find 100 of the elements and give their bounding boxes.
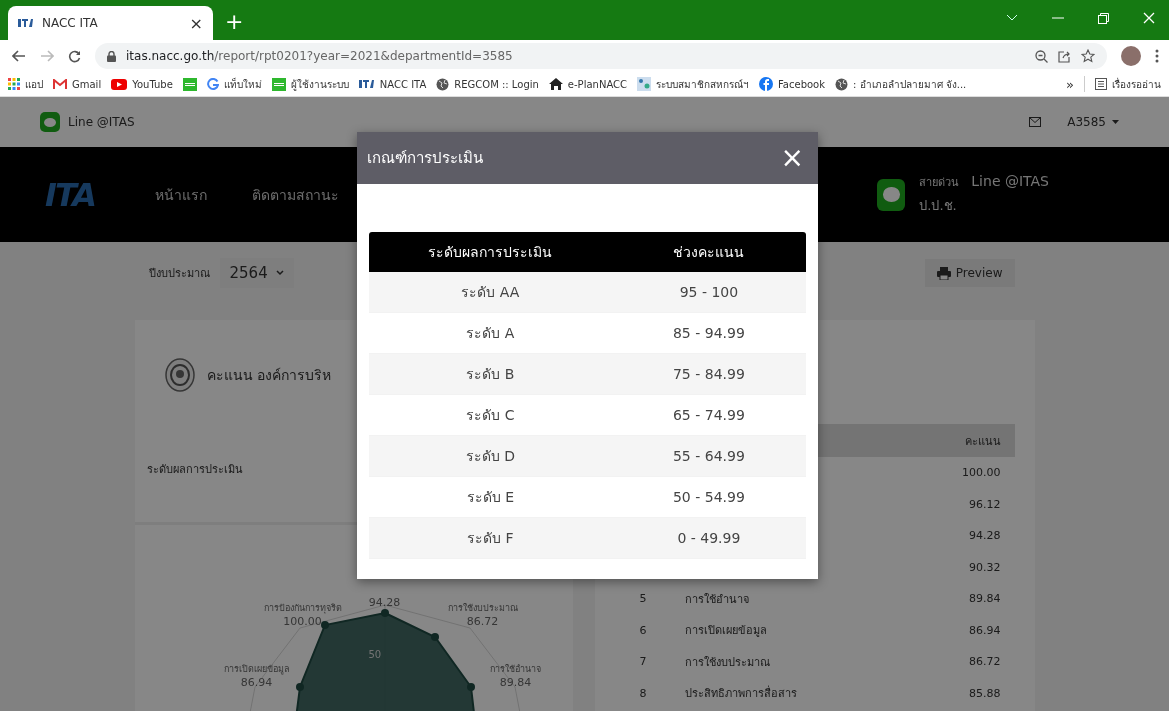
printer-icon xyxy=(936,266,951,280)
level-label: ระดับผลการประเมิน xyxy=(146,463,243,476)
table-cell: 6 xyxy=(639,623,647,637)
preview-button[interactable]: Preview xyxy=(924,259,1015,287)
card-title: คะแนน องค์การบริห xyxy=(206,366,331,385)
radar-value: 94.28 xyxy=(368,596,401,609)
table-cell-text: 65 - 74.99 xyxy=(671,407,746,423)
new-tab-button[interactable]: + xyxy=(225,9,244,34)
table-cell-text: 85 - 94.99 xyxy=(671,325,746,341)
table-cell-text: ระดับ C xyxy=(465,406,516,425)
table-cell-text: 95 - 100 xyxy=(678,284,740,300)
data-point xyxy=(466,683,475,691)
profile-avatar-icon[interactable] xyxy=(1121,46,1141,66)
hotline-label: สายด่วน xyxy=(919,175,960,191)
table-cell: การเปิดเผยข้อมูล xyxy=(684,624,767,638)
list-icon xyxy=(1095,78,1107,90)
bookmark[interactable]: แอป xyxy=(8,76,43,92)
radar-axis-label: การใช้งบประมาณ xyxy=(447,602,518,615)
reading-list-button[interactable]: เรื่องรออ่าน xyxy=(1095,76,1161,92)
people-icon xyxy=(637,77,651,91)
reload-icon[interactable] xyxy=(68,49,81,63)
mail-icon[interactable] xyxy=(1029,117,1042,127)
table-cell-text: 0 - 49.99 xyxy=(676,530,742,546)
line-app-icon xyxy=(877,178,906,211)
table-cell-text: 86.94 xyxy=(968,623,1002,637)
column-header: คะแนน xyxy=(964,433,1001,450)
more-bookmarks-button[interactable]: » xyxy=(1066,76,1074,92)
bookmark[interactable]: YouTube xyxy=(111,78,173,90)
table-cell-text: ระดับ E xyxy=(465,488,516,507)
ita-logo-icon xyxy=(18,19,34,27)
url-text: itas.nacc.go.th/report/rpt0201?year=2021&departmentId=3585 xyxy=(126,49,513,63)
column-header: ระดับผลการประเมิน xyxy=(427,243,554,262)
share-icon[interactable] xyxy=(1058,49,1071,63)
radar-tick-label: 50 xyxy=(368,649,382,660)
more-menu-icon[interactable] xyxy=(1155,49,1159,63)
data-point xyxy=(320,621,329,629)
radar-value: 86.72 xyxy=(466,615,499,628)
back-arrow-icon[interactable] xyxy=(12,50,26,62)
nav-link[interactable]: ติดตามสถานะ xyxy=(252,183,339,206)
apps-grid-icon xyxy=(8,78,20,90)
table-cell-text: 94.28 xyxy=(968,529,1002,543)
table-cell-text: ระดับ A xyxy=(465,324,516,343)
browser-tab[interactable]: NACC ITA × xyxy=(8,6,213,40)
table-cell-text: ระดับ D xyxy=(464,447,516,466)
table-cell-text: 85.88 xyxy=(968,686,1002,700)
table-cell-text: 96.12 xyxy=(968,497,1002,511)
hotline-org: ป.ป.ช. xyxy=(919,197,958,215)
table-cell-text: 89.84 xyxy=(968,592,1002,606)
mail-m-icon xyxy=(53,78,67,90)
zoom-out-icon[interactable] xyxy=(1035,49,1048,63)
lock-icon xyxy=(107,50,116,62)
bookmark[interactable]: Facebook xyxy=(759,77,825,91)
chevron-down-icon xyxy=(275,270,284,276)
close-tab-button[interactable]: × xyxy=(189,13,203,33)
radar-value: 100.00 xyxy=(283,615,322,628)
radar-value: 86.94 xyxy=(240,676,273,689)
chevron-down-icon[interactable] xyxy=(1006,14,1018,22)
user-menu[interactable]: A3585 xyxy=(1067,115,1106,129)
table-cell: 5 xyxy=(639,592,647,606)
restore-icon[interactable] xyxy=(1098,12,1109,24)
facebook-icon xyxy=(759,77,773,91)
table-cell-text: ระดับ B xyxy=(465,365,516,384)
bookmark[interactable]: e-PlanNACC xyxy=(548,78,627,90)
globe-icon xyxy=(835,77,848,91)
bookmark[interactable]: NACC ITA xyxy=(358,78,427,90)
line-link[interactable]: Line @ITAS xyxy=(68,115,135,129)
bookmark[interactable]: ระบบสมาชิกสหกรณ์ฯ xyxy=(637,76,749,92)
caret-icon[interactable] xyxy=(1112,120,1119,124)
bookmark[interactable]: Gmail xyxy=(53,78,102,90)
radar-axis-label: การเปิดเผยข้อมูล xyxy=(223,663,290,676)
bookmark[interactable]: REGCOM :: Login xyxy=(436,77,539,91)
s-logo-icon xyxy=(271,77,286,91)
radar-value: 89.84 xyxy=(499,676,532,689)
close-icon[interactable] xyxy=(1143,12,1155,24)
g-logo-icon xyxy=(206,78,219,90)
table-cell: 8 xyxy=(639,686,647,700)
bookmark[interactable]: ผู้ใช้งานระบบ xyxy=(271,76,349,92)
address-bar[interactable]: itas.nacc.go.th/report/rpt0201?year=2021&departmentId=3585 xyxy=(95,43,1107,69)
table-cell: การใช้อำนาจ xyxy=(684,592,749,606)
s-logo-icon[interactable] xyxy=(182,77,197,91)
table-cell: ประสิทธิภาพการสื่อสาร xyxy=(684,687,797,701)
ita-logo-icon xyxy=(358,80,375,88)
play-button-icon xyxy=(111,78,128,90)
globe-icon xyxy=(436,77,450,91)
data-point xyxy=(295,683,304,691)
column-header: ช่วงคะแนน xyxy=(672,243,746,262)
table-cell: การใช้งบประมาณ xyxy=(684,655,770,669)
star-icon[interactable] xyxy=(1081,49,1095,63)
table-cell-text: 75 - 84.99 xyxy=(671,366,746,382)
bookmark[interactable]: แท็บใหม่ xyxy=(206,76,262,92)
radar-axis-label: การป้องกันการทุจริต xyxy=(263,602,342,615)
table-cell-text: ระดับ F xyxy=(466,529,515,548)
year-label: ปีงบประมาณ xyxy=(148,266,210,282)
data-point xyxy=(430,633,439,641)
nav-link[interactable]: หน้าแรก xyxy=(155,183,207,206)
bookmark[interactable]: : อำเภอลำปลายมาศ จัง... xyxy=(835,76,967,92)
data-point xyxy=(380,609,389,617)
table-cell-text: 50 - 54.99 xyxy=(671,489,746,505)
close-button[interactable]: × xyxy=(780,144,804,172)
table-cell-text: 55 - 64.99 xyxy=(671,448,746,464)
